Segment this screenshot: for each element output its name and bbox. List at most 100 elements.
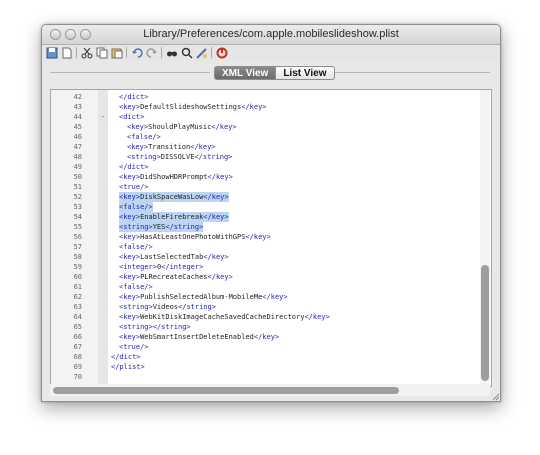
code-line: 70 [51, 372, 491, 382]
horizontal-scrollbar[interactable] [50, 384, 490, 396]
redo-icon[interactable] [145, 46, 158, 59]
stop-icon[interactable] [215, 46, 228, 59]
code-text[interactable]: <string>Videos</string> [119, 302, 216, 312]
code-line: 62 <key>PublishSelectedAlbum-MobileMe</ke… [51, 292, 491, 302]
code-text[interactable]: <key>WebKitDiskImageCacheSavedCacheDirec… [119, 312, 330, 322]
code-text[interactable]: <string>DISSOLVE</string> [127, 152, 232, 162]
line-number: 43 [73, 103, 82, 111]
code-line: 47 <key>Transition</key> [51, 142, 491, 152]
code-text[interactable]: <integer>0</integer> [119, 262, 203, 272]
xml-editor[interactable]: 42 </dict> 43 <key>DefaultSlideshowSettings… [50, 89, 492, 387]
window-title: Library/Preferences/com.apple.mobileslid… [143, 28, 399, 40]
toolbar [42, 45, 500, 61]
code-text[interactable]: <true/> [119, 342, 149, 352]
undo-icon[interactable] [130, 46, 143, 59]
cut-icon[interactable] [80, 46, 93, 59]
code-text[interactable]: <key>LastSelectedTab</key> [119, 252, 229, 262]
code-line: 52 <key>DiskSpaceWasLow</key> [51, 192, 491, 202]
replace-icon[interactable] [195, 46, 208, 59]
tab-divider-left [50, 72, 210, 73]
code-text[interactable]: <false/> [127, 132, 161, 142]
code-line: 54 <key>EnableFirebreak</key> [51, 212, 491, 222]
line-number: 49 [73, 163, 82, 171]
line-number: 55 [73, 223, 82, 231]
code-text[interactable]: <key>DiskSpaceWasLow</key> [119, 192, 229, 202]
code-text[interactable]: <key>PLRecreateCaches</key> [119, 272, 233, 282]
line-number: 44 [73, 113, 82, 121]
code-line: 67 <true/> [51, 342, 491, 352]
code-text[interactable]: <false/> [119, 202, 153, 212]
code-text[interactable]: <key>PublishSelectedAlbum-MobileMe</key> [119, 292, 288, 302]
line-number: 46 [73, 133, 82, 141]
code-line: 58 <key>LastSelectedTab</key> [51, 252, 491, 262]
fold-marker-icon[interactable]: - [101, 112, 105, 122]
code-text[interactable]: <key>ShouldPlayMusic</key> [127, 122, 237, 132]
horizontal-scroll-thumb[interactable] [53, 387, 399, 394]
code-text[interactable]: <string>YES</string> [119, 222, 204, 232]
code-line: 48 <string>DISSOLVE</string> [51, 152, 491, 162]
toolbar-divider [76, 47, 77, 58]
paste-icon[interactable] [110, 46, 123, 59]
tab-xml-view[interactable]: XML View [214, 66, 277, 80]
code-text[interactable]: </plist> [111, 362, 145, 372]
line-number: 52 [73, 193, 82, 201]
copy-icon[interactable] [95, 46, 108, 59]
line-number: 58 [73, 253, 82, 261]
line-number: 54 [73, 213, 82, 221]
code-text[interactable]: <key>Transition</key> [127, 142, 216, 152]
line-number: 57 [73, 243, 82, 251]
tab-divider-right [331, 72, 490, 73]
code-text[interactable]: </dict> [111, 352, 141, 362]
code-text[interactable]: <key>HasAtLeastOnePhotoWithGPS</key> [119, 232, 271, 242]
line-number: 56 [73, 233, 82, 241]
code-text[interactable]: </dict> [119, 92, 149, 102]
line-number: 66 [73, 333, 82, 341]
code-text[interactable]: <key>EnableFirebreak</key> [119, 212, 229, 222]
code-line: 49 </dict> [51, 162, 491, 172]
line-number: 53 [73, 203, 82, 211]
code-line: 44 - <dict> [51, 112, 491, 122]
code-text[interactable]: <false/> [119, 242, 153, 252]
code-text[interactable]: <key>WebSmartInsertDeleteEnabled</key> [119, 332, 279, 342]
line-number: 64 [73, 313, 82, 321]
vertical-scroll-thumb[interactable] [481, 265, 489, 381]
line-number: 62 [73, 293, 82, 301]
code-line: 59 <integer>0</integer> [51, 262, 491, 272]
find-icon[interactable] [165, 46, 178, 59]
code-line: 65 <string></string> [51, 322, 491, 332]
code-line: 42 </dict> [51, 92, 491, 102]
code-line: 60 <key>PLRecreateCaches</key> [51, 272, 491, 282]
line-number: 51 [73, 183, 82, 191]
toolbar-divider [161, 47, 162, 58]
code-line: 43 <key>DefaultSlideshowSettings</key> [51, 102, 491, 112]
line-number: 60 [73, 273, 82, 281]
find-next-icon[interactable] [180, 46, 193, 59]
code-text[interactable]: <true/> [119, 182, 149, 192]
code-line: 53 <false/> [51, 202, 491, 212]
code-line: 61 <false/> [51, 282, 491, 292]
code-text[interactable]: <string></string> [119, 322, 191, 332]
code-text[interactable]: <dict> [119, 112, 144, 122]
new-icon[interactable] [60, 46, 73, 59]
code-line: 51 <true/> [51, 182, 491, 192]
line-number: 70 [73, 373, 82, 381]
code-text[interactable]: </dict> [119, 162, 149, 172]
resize-grip-icon[interactable] [490, 391, 500, 401]
code-text[interactable]: <false/> [119, 282, 153, 292]
line-number: 69 [73, 363, 82, 371]
code-line: 45 <key>ShouldPlayMusic</key> [51, 122, 491, 132]
tab-list-view[interactable]: List View [276, 66, 335, 80]
line-number: 47 [73, 143, 82, 151]
toolbar-divider [126, 47, 127, 58]
vertical-scrollbar[interactable] [480, 90, 490, 386]
line-number: 63 [73, 303, 82, 311]
code-text[interactable]: <key>DidShowHDRPrompt</key> [119, 172, 233, 182]
title-bar[interactable]: Library/Preferences/com.apple.mobileslid… [42, 25, 500, 45]
code-line: 69 </plist> [51, 362, 491, 372]
code-text[interactable]: <key>DefaultSlideshowSettings</key> [119, 102, 267, 112]
line-number: 65 [73, 323, 82, 331]
save-icon[interactable] [45, 46, 58, 59]
code-line: 68 </dict> [51, 352, 491, 362]
line-number: 48 [73, 153, 82, 161]
code-line: 56 <key>HasAtLeastOnePhotoWithGPS</key> [51, 232, 491, 242]
